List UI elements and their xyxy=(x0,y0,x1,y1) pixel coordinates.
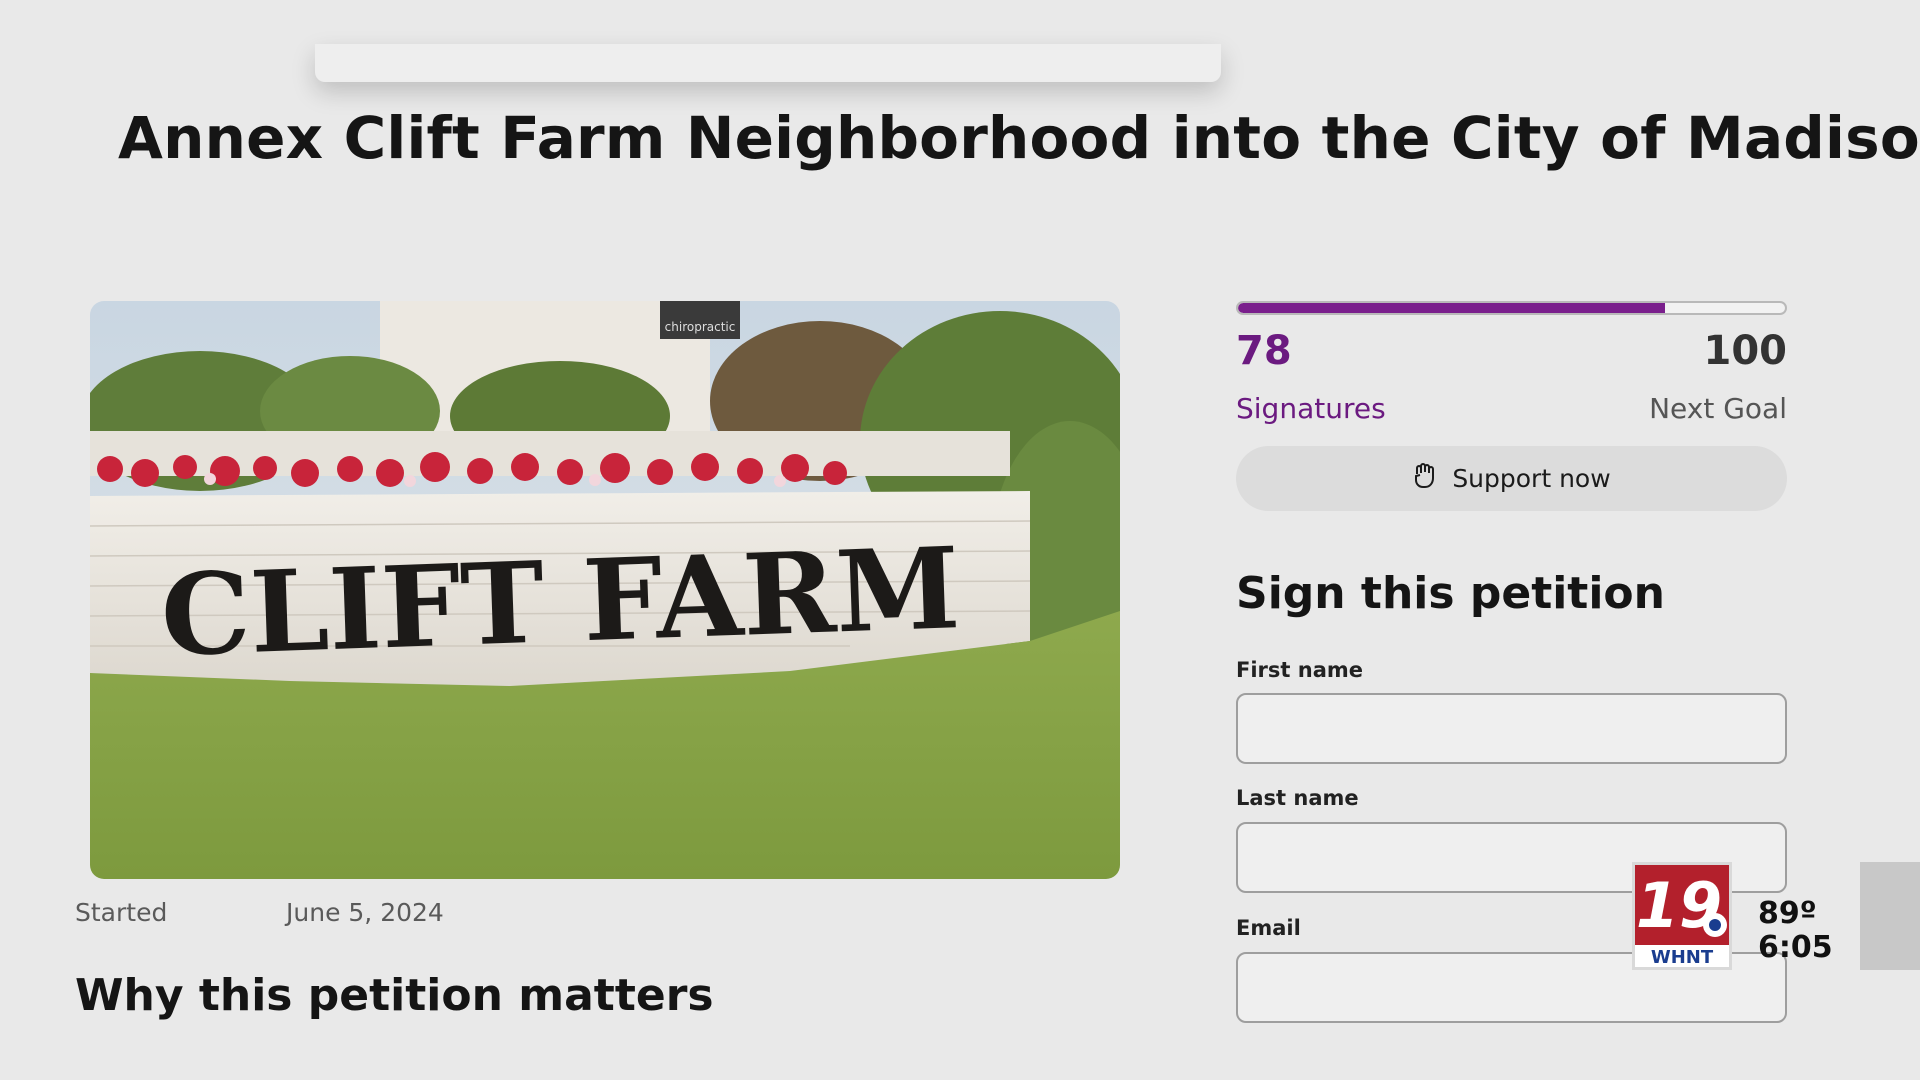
next-goal-label: Next Goal xyxy=(1649,392,1787,425)
signature-progress-bar xyxy=(1236,301,1787,315)
sign-petition-heading: Sign this petition xyxy=(1236,568,1665,619)
station-name: WHNT xyxy=(1651,947,1714,967)
top-card-edge xyxy=(315,44,1221,82)
hero-image: chiropractic CLIFT FARM xyxy=(90,301,1120,879)
email-label: Email xyxy=(1236,916,1301,940)
tv-side-panel xyxy=(1860,862,1920,970)
started-label: Started xyxy=(75,898,168,927)
started-date: June 5, 2024 xyxy=(286,898,444,927)
signatures-label: Signatures xyxy=(1236,392,1386,425)
petition-title: Annex Clift Farm Neighborhood into the C… xyxy=(118,104,1920,172)
last-name-label: Last name xyxy=(1236,786,1359,810)
why-heading: Why this petition matters xyxy=(75,970,714,1021)
signature-progress-fill xyxy=(1238,303,1665,313)
first-name-field[interactable] xyxy=(1236,693,1787,764)
station-logo: 19 WHNT xyxy=(1632,862,1732,970)
support-now-label: Support now xyxy=(1452,464,1611,493)
signature-count: 78 xyxy=(1236,328,1292,374)
hero-tower-text: chiropractic xyxy=(665,320,736,334)
tv-temperature: 89º xyxy=(1758,896,1817,931)
raised-fist-icon xyxy=(1412,462,1438,496)
hero-sign-text: CLIFT FARM xyxy=(159,523,962,682)
first-name-label: First name xyxy=(1236,658,1363,682)
support-now-button[interactable]: Support now xyxy=(1236,446,1787,511)
goal-count: 100 xyxy=(1703,328,1788,374)
tv-time: 6:05 xyxy=(1758,930,1833,965)
